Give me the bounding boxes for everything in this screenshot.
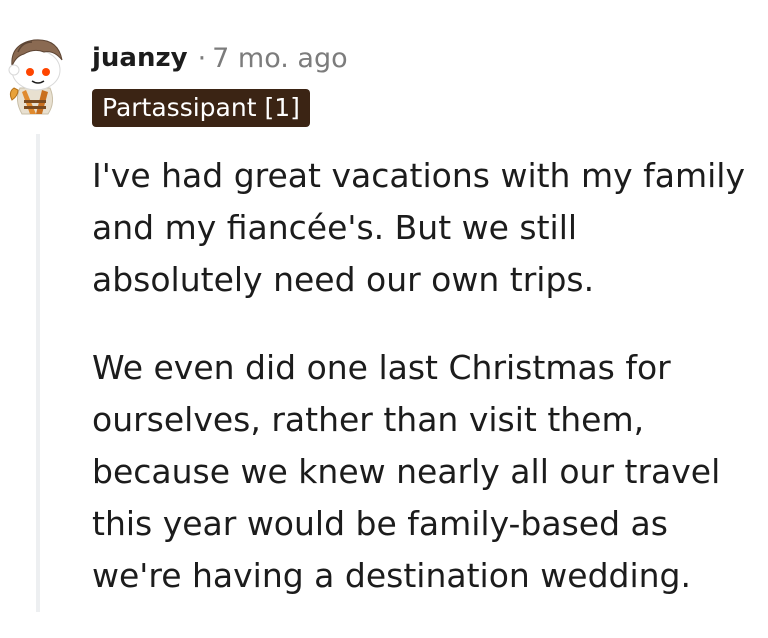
comment-paragraph: We even did one last Christmas for ourse… — [92, 348, 721, 595]
comment-body: I've had great vacations with my family … — [92, 150, 752, 638]
comment-paragraph: I've had great vacations with my family … — [92, 156, 745, 299]
meta-separator: · — [197, 42, 207, 74]
comment-age[interactable]: 7 mo. ago — [212, 43, 347, 74]
author-username[interactable]: juanzy — [92, 43, 188, 73]
reddit-snoo-avatar-icon — [8, 39, 63, 115]
comment-meta: juanzy · 7 mo. ago — [92, 38, 348, 78]
user-flair-badge: Partassipant [1] — [92, 89, 310, 127]
avatar[interactable] — [4, 26, 76, 116]
thread-line[interactable] — [36, 134, 40, 612]
